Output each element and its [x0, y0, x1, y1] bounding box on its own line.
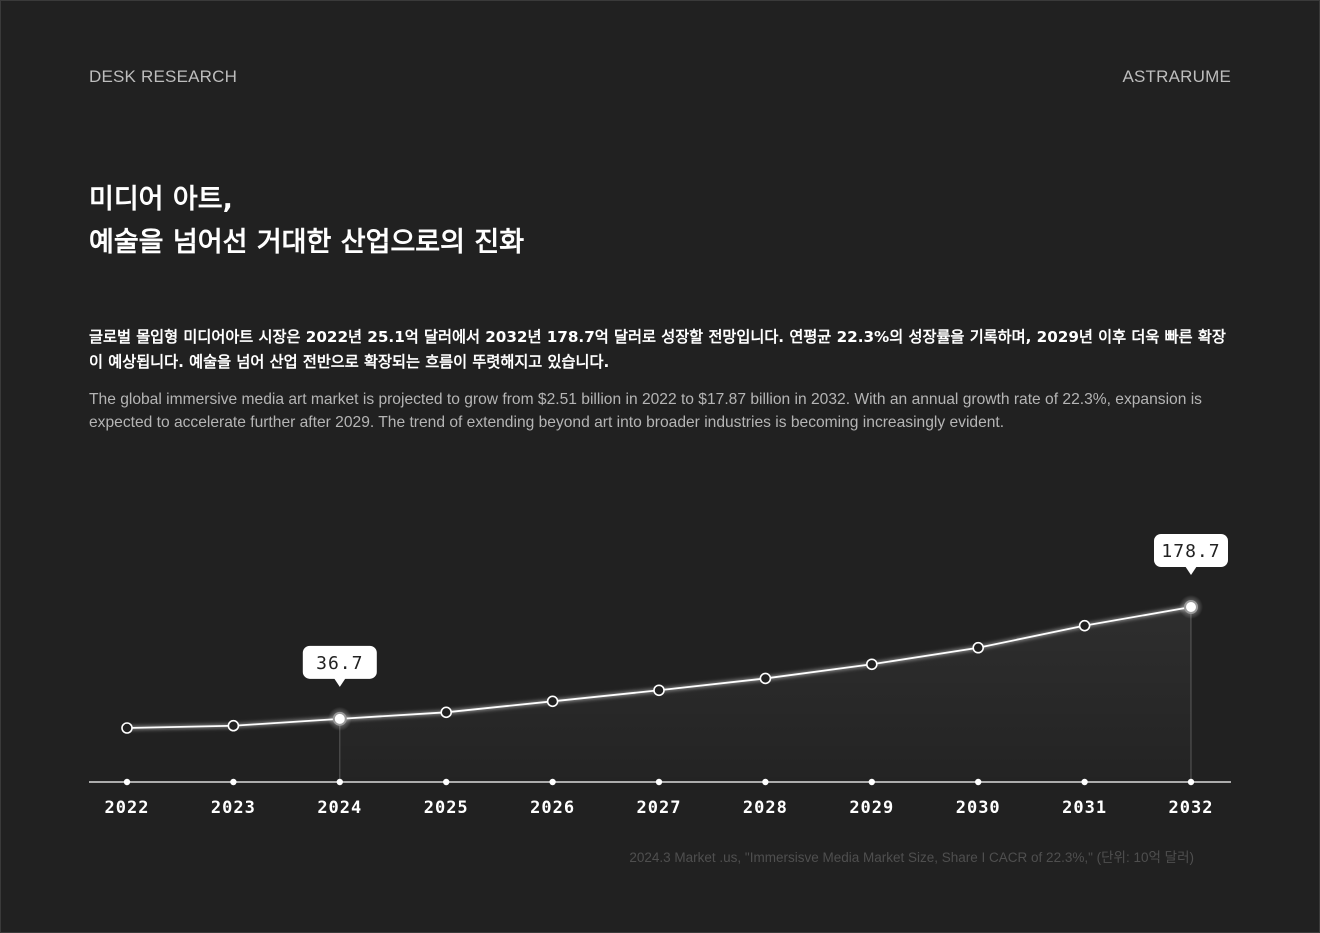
x-tick-dot: [975, 778, 982, 786]
source-note: 2024.3 Market .us, "Immersisve Media Mar…: [629, 850, 1194, 865]
value-callout: 36.7: [302, 645, 377, 687]
x-tick-label: 2030: [956, 798, 1001, 818]
section-label: DESK RESEARCH: [89, 67, 238, 86]
data-point: [972, 641, 985, 654]
data-point: [759, 672, 772, 685]
data-point: [865, 658, 878, 671]
title-line-1: 미디어 아트,: [89, 184, 233, 215]
x-tick-dot: [443, 778, 450, 786]
description-korean: 글로벌 몰입형 미디어아트 시장은 2022년 25.1억 달러에서 2032년…: [89, 328, 1226, 371]
area-fill: [339, 607, 1191, 782]
x-tick-dot: [549, 778, 556, 786]
brand-label: ASTRARUME: [1122, 67, 1231, 86]
data-point: [227, 719, 240, 732]
x-tick-dot: [336, 778, 343, 786]
data-point: [121, 722, 133, 734]
title-line-2: 예술을 넘어선 거대한 산업으로의 진화: [89, 227, 525, 258]
x-tick-dot: [762, 778, 769, 786]
data-point: [653, 684, 665, 697]
x-tick-label: 2029: [849, 798, 894, 818]
x-tick-dot: [868, 778, 875, 786]
x-tick-dot: [123, 778, 131, 786]
x-tick-label: 2022: [105, 798, 150, 818]
data-point-highlight: [332, 711, 347, 726]
value-callout: 178.7: [1154, 534, 1228, 575]
data-point: [1078, 619, 1091, 632]
x-tick-dot: [1081, 778, 1088, 786]
x-tick-label: 2024: [317, 798, 362, 818]
data-point-highlight: [1184, 600, 1198, 614]
x-tick-dot: [655, 778, 663, 786]
description-english: The global immersive media art market is…: [89, 391, 1202, 431]
growth-line-chart: 2022 2023 2024 2025 2026 2027 2028 2029 2030 2031…: [89, 534, 1231, 818]
x-tick-label: 2032: [1169, 798, 1214, 818]
callout-label: 178.7: [1161, 541, 1220, 562]
x-tick-dot: [1187, 778, 1195, 786]
callout-pointer: [333, 677, 346, 687]
page-title: 미디어 아트, 예술을 넘어선 거대한 산업으로의 진화: [89, 178, 524, 264]
data-point: [546, 695, 559, 708]
x-tick-label: 2025: [424, 798, 469, 818]
callout-label: 36.7: [316, 653, 363, 674]
x-tick-label: 2026: [530, 798, 575, 818]
data-point: [440, 706, 453, 719]
x-tick-dot: [230, 778, 237, 786]
x-tick-label: 2028: [743, 798, 788, 818]
x-tick-label: 2031: [1062, 798, 1107, 818]
x-tick-label: 2027: [637, 798, 682, 818]
x-tick-label: 2023: [211, 798, 256, 818]
callout-pointer: [1185, 566, 1197, 575]
